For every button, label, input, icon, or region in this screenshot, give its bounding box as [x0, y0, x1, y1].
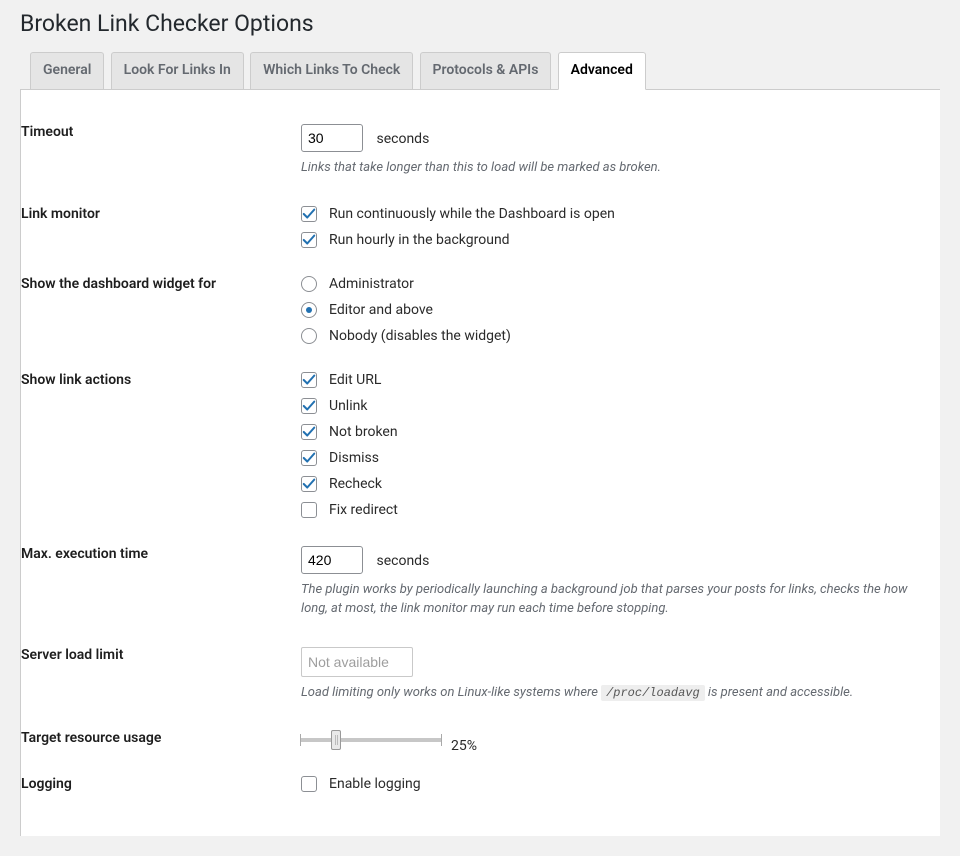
max-exec-description: The plugin works by periodically launchi… — [301, 580, 930, 619]
check-icon — [302, 373, 316, 387]
max-exec-unit: seconds — [376, 553, 429, 569]
advanced-panel: Timeout seconds Links that take longer t… — [20, 90, 940, 836]
server-load-input — [301, 647, 413, 677]
slider-thumb[interactable] — [331, 730, 341, 750]
link-monitor-continuous-checkbox[interactable] — [301, 206, 317, 222]
tab-advanced[interactable]: Advanced — [558, 52, 646, 90]
link-action-not-broken-checkbox[interactable] — [301, 424, 317, 440]
dashboard-widget-nobody-radio[interactable] — [301, 328, 317, 344]
link-action-dismiss-checkbox[interactable] — [301, 450, 317, 466]
check-icon — [302, 399, 316, 413]
target-resource-slider[interactable]: 25% — [301, 732, 477, 748]
dashboard-widget-administrator-radio[interactable] — [301, 276, 317, 292]
dashboard-widget-nobody-label: Nobody (disables the widget) — [329, 328, 511, 344]
logging-enable-label: Enable logging — [329, 776, 421, 792]
timeout-description: Links that take longer than this to load… — [301, 158, 930, 178]
link-action-fix-redirect-label: Fix redirect — [329, 502, 398, 518]
server-load-label: Server load limit — [21, 633, 301, 717]
dashboard-widget-administrator-label: Administrator — [329, 276, 414, 292]
link-monitor-label: Link monitor — [21, 192, 301, 262]
server-load-desc-post: is present and accessible. — [708, 685, 853, 700]
timeout-input[interactable] — [301, 124, 363, 152]
server-load-description: Load limiting only works on Linux-like s… — [301, 683, 930, 703]
max-exec-input[interactable] — [301, 546, 363, 574]
dashboard-widget-label: Show the dashboard widget for — [21, 262, 301, 358]
timeout-label: Timeout — [21, 110, 301, 192]
logging-label: Logging — [21, 762, 301, 806]
dashboard-widget-editor-radio[interactable] — [301, 302, 317, 318]
link-action-unlink-checkbox[interactable] — [301, 398, 317, 414]
link-action-recheck-label: Recheck — [329, 476, 382, 492]
logging-enable-checkbox[interactable] — [301, 776, 317, 792]
link-actions-label: Show link actions — [21, 358, 301, 532]
tab-look-for-links-in[interactable]: Look For Links In — [111, 52, 244, 89]
link-monitor-continuous-label: Run continuously while the Dashboard is … — [329, 206, 615, 222]
max-exec-label: Max. execution time — [21, 532, 301, 633]
link-action-edit-url-checkbox[interactable] — [301, 372, 317, 388]
check-icon — [302, 425, 316, 439]
link-action-fix-redirect-checkbox[interactable] — [301, 502, 317, 518]
tab-which-links-to-check[interactable]: Which Links To Check — [250, 52, 413, 89]
link-action-recheck-checkbox[interactable] — [301, 476, 317, 492]
target-resource-value: 25% — [451, 738, 477, 754]
server-load-path-code: /proc/loadavg — [601, 685, 705, 701]
page-title: Broken Link Checker Options — [20, 10, 940, 37]
dashboard-widget-editor-label: Editor and above — [329, 302, 433, 318]
check-icon — [302, 233, 316, 247]
tabs-wrapper: General Look For Links In Which Links To… — [20, 51, 940, 90]
link-action-dismiss-label: Dismiss — [329, 450, 379, 466]
target-resource-label: Target resource usage — [21, 716, 301, 762]
slider-track[interactable] — [301, 738, 441, 742]
link-action-not-broken-label: Not broken — [329, 424, 398, 440]
link-monitor-hourly-checkbox[interactable] — [301, 232, 317, 248]
check-icon — [302, 207, 316, 221]
link-action-unlink-label: Unlink — [329, 398, 367, 414]
link-monitor-hourly-label: Run hourly in the background — [329, 232, 510, 248]
timeout-unit: seconds — [376, 131, 429, 147]
link-action-edit-url-label: Edit URL — [329, 372, 381, 388]
check-icon — [302, 477, 316, 491]
check-icon — [302, 451, 316, 465]
tab-protocols-apis[interactable]: Protocols & APIs — [420, 52, 552, 89]
server-load-desc-pre: Load limiting only works on Linux-like s… — [301, 685, 601, 700]
tab-general[interactable]: General — [30, 52, 104, 89]
